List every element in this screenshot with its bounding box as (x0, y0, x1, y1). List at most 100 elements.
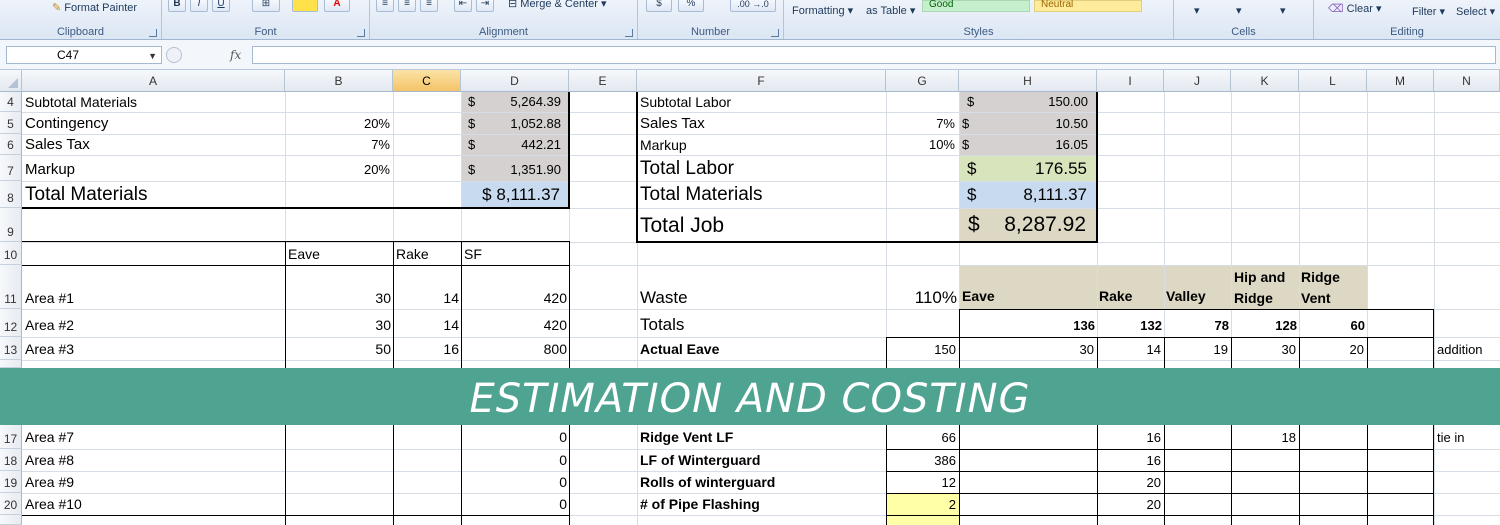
cell-f20[interactable]: # of Pipe Flashing (640, 497, 760, 511)
cell-i20[interactable]: 20 (1147, 498, 1161, 511)
cell-g5[interactable]: 7% (936, 117, 955, 130)
formula-input[interactable] (252, 46, 1496, 64)
column-header-l[interactable]: L (1299, 70, 1367, 92)
increase-indent-icon[interactable]: ⇥ (476, 0, 494, 12)
cell-f7[interactable]: Total Labor (640, 159, 734, 178)
cell-d8[interactable]: $ 8,111.37 (482, 186, 560, 203)
align-center-icon[interactable]: ≡ (398, 0, 416, 12)
insert-function-icon[interactable]: fx (230, 48, 241, 62)
cell-f18[interactable]: LF of Winterguard (640, 453, 760, 467)
cell-b11[interactable]: 30 (375, 291, 391, 305)
column-header-d[interactable]: D (461, 70, 569, 92)
dialog-launcher-icon[interactable] (149, 29, 157, 37)
cell-i19[interactable]: 20 (1147, 476, 1161, 489)
delete-dropdown-icon[interactable]: ▾ (1236, 4, 1242, 17)
cell-h12[interactable]: 136 (1073, 319, 1095, 332)
cell-d5[interactable]: 1,052.88 (510, 117, 561, 130)
font-color-icon[interactable]: A (324, 0, 350, 12)
cell-b13[interactable]: 50 (375, 342, 391, 356)
fill-color-icon[interactable] (292, 0, 318, 12)
column-header-c[interactable]: C (393, 70, 461, 92)
row-header[interactable]: 11 (0, 265, 22, 309)
decimal-button[interactable]: .00 →.0 (730, 0, 776, 12)
cell-f9[interactable]: Total Job (640, 215, 724, 236)
cell-n17[interactable]: tie in (1437, 431, 1464, 444)
column-header-k[interactable]: K (1231, 70, 1299, 92)
cell-h11[interactable]: Eave (962, 289, 995, 303)
column-header-a[interactable]: A (22, 70, 285, 92)
cell-f11[interactable]: Waste (640, 289, 688, 306)
cell-f5[interactable]: Sales Tax (640, 116, 705, 131)
align-left-icon[interactable]: ≡ (376, 0, 394, 12)
cell-d19[interactable]: 0 (559, 475, 567, 489)
column-header-h[interactable]: H (959, 70, 1097, 92)
row-header[interactable] (0, 515, 22, 525)
cell-f6[interactable]: Markup (640, 138, 687, 152)
cell-d20[interactable]: 0 (559, 497, 567, 511)
column-header-j[interactable]: J (1164, 70, 1231, 92)
cell-l12[interactable]: 60 (1351, 319, 1365, 332)
column-header-f[interactable]: F (637, 70, 886, 92)
cell-g13[interactable]: 150 (934, 343, 956, 356)
cell-a7[interactable]: Markup (25, 162, 75, 177)
row-header[interactable]: 17 (0, 425, 22, 449)
row-header[interactable] (0, 360, 22, 368)
cell-a17[interactable]: Area #7 (25, 430, 74, 444)
dialog-launcher-icon[interactable] (625, 29, 633, 37)
format-as-table-button[interactable]: as Table ▾ (866, 4, 915, 17)
column-header-e[interactable]: E (569, 70, 637, 92)
cell-c12[interactable]: 14 (443, 318, 459, 332)
conditional-formatting-button[interactable]: Formatting ▾ (792, 4, 853, 17)
dialog-launcher-icon[interactable] (771, 29, 779, 37)
name-box[interactable]: C47 ▼ (6, 46, 162, 64)
cell-j13[interactable]: 19 (1214, 343, 1228, 356)
dialog-launcher-icon[interactable] (357, 29, 365, 37)
row-header[interactable]: 12 (0, 309, 22, 337)
row-header[interactable]: 5 (0, 112, 22, 134)
borders-icon[interactable]: ⊞ (252, 0, 280, 12)
cell-d6[interactable]: 442.21 (521, 138, 561, 151)
cell-n13[interactable]: addition (1437, 343, 1483, 356)
cell-h9[interactable]: 8,287.92 (1004, 214, 1086, 235)
format-dropdown-icon[interactable]: ▾ (1280, 4, 1286, 17)
underline-button[interactable]: U (212, 0, 230, 12)
clear-button[interactable]: ⌫ Clear ▾ (1328, 2, 1382, 15)
align-right-icon[interactable]: ≡ (420, 0, 438, 12)
select-all-corner[interactable] (0, 70, 22, 92)
cell-j12[interactable]: 78 (1215, 319, 1229, 332)
cell-a5[interactable]: Contingency (25, 116, 108, 131)
cell-b6[interactable]: 7% (371, 138, 390, 151)
cell-i12[interactable]: 132 (1140, 319, 1162, 332)
row-header[interactable]: 13 (0, 337, 22, 360)
cell-d17[interactable]: 0 (559, 430, 567, 444)
cell-h7[interactable]: 176.55 (1035, 160, 1087, 177)
cell-c10[interactable]: Rake (396, 247, 429, 261)
cell-f19[interactable]: Rolls of winterguard (640, 475, 775, 489)
cell-l11[interactable]: Ridge Vent (1301, 267, 1363, 309)
cell-d12[interactable]: 420 (544, 318, 567, 332)
format-painter-button[interactable]: ✎ Format Painter (52, 1, 137, 14)
cell-a12[interactable]: Area #2 (25, 318, 74, 332)
column-header-i[interactable]: I (1097, 70, 1164, 92)
cell-k12[interactable]: 128 (1275, 319, 1297, 332)
cell-i11[interactable]: Rake (1099, 289, 1132, 303)
insert-dropdown-icon[interactable]: ▾ (1194, 4, 1200, 17)
cell-d4[interactable]: 5,264.39 (510, 95, 561, 108)
cell-b10[interactable]: Eave (288, 247, 320, 261)
cell-a8[interactable]: Total Materials (25, 185, 148, 204)
cell-g11[interactable]: 110% (915, 289, 957, 306)
cell-a13[interactable]: Area #3 (25, 342, 74, 356)
find-select-button[interactable]: Select ▾ (1456, 5, 1495, 18)
currency-button[interactable]: $ (646, 0, 672, 12)
sort-filter-button[interactable]: Filter ▾ (1412, 5, 1445, 18)
row-header[interactable]: 19 (0, 471, 22, 493)
cell-g17[interactable]: 66 (942, 431, 956, 444)
cell-g19[interactable]: 12 (942, 476, 956, 489)
cell-g6[interactable]: 10% (929, 138, 955, 151)
cell-h4[interactable]: 150.00 (1048, 95, 1088, 108)
cell-f13[interactable]: Actual Eave (640, 342, 719, 356)
cell-g18[interactable]: 386 (934, 454, 956, 467)
cell-k17[interactable]: 18 (1282, 431, 1296, 444)
cell-a4[interactable]: Subtotal Materials (25, 95, 137, 109)
cell-f8[interactable]: Total Materials (640, 185, 763, 204)
